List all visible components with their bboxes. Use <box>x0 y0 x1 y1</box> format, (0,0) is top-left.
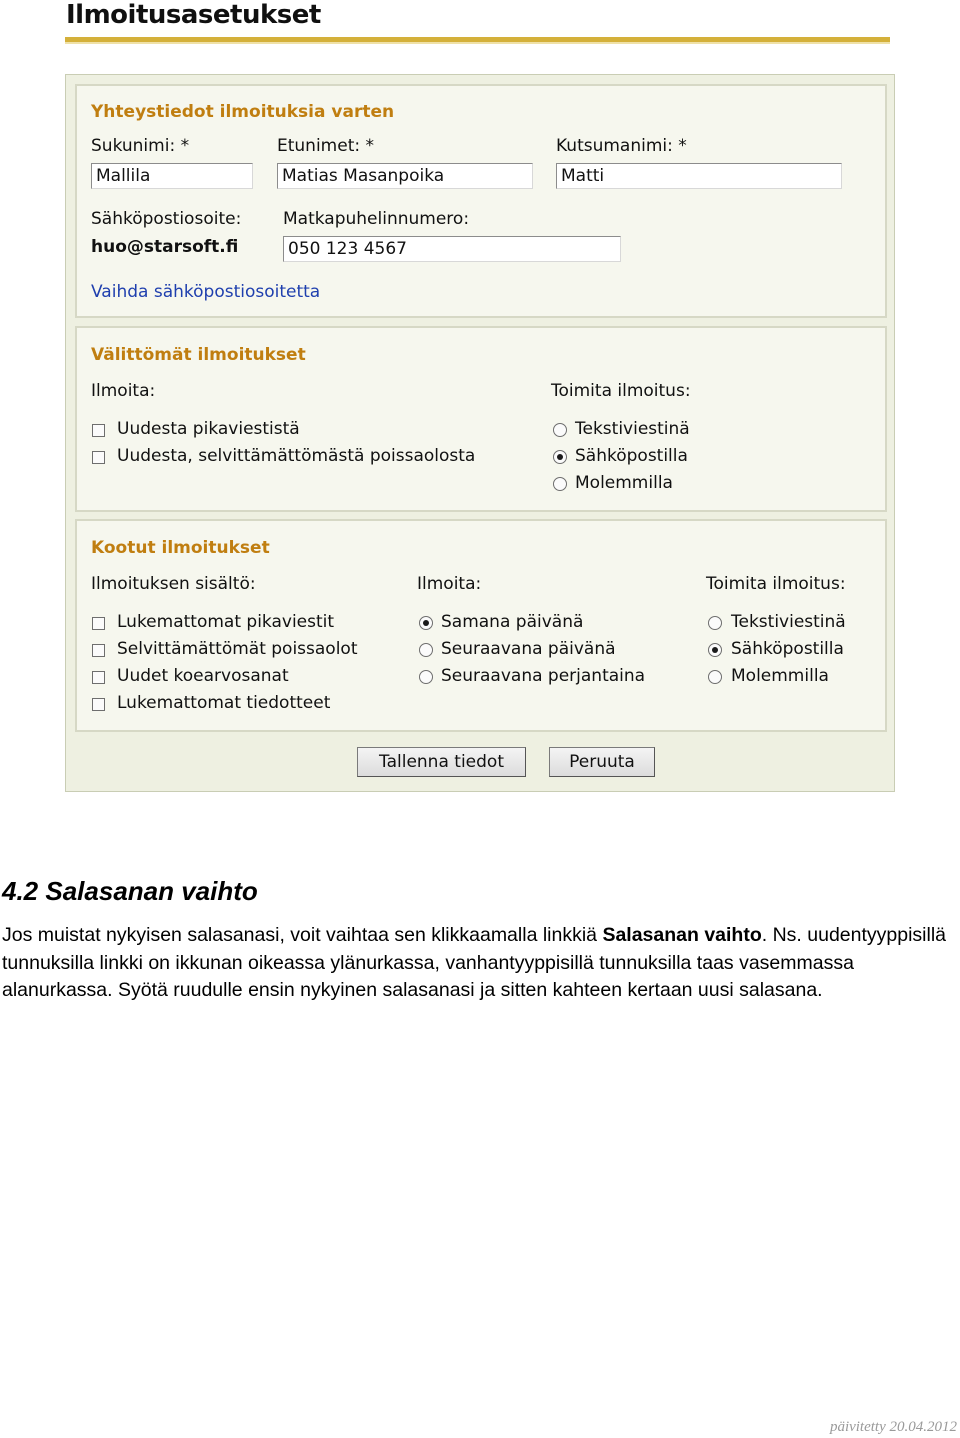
option-label: Lukemattomat tiedotteet <box>117 693 331 713</box>
mobile-label: Matkapuhelinnumero: <box>283 209 470 229</box>
save-button[interactable]: Tallenna tiedot <box>357 747 526 777</box>
radio-button[interactable] <box>553 450 567 464</box>
digest-content-label: Ilmoituksen sisältö: <box>91 574 256 594</box>
digest-panel: Kootut ilmoitukset Ilmoituksen sisältö: … <box>75 519 887 732</box>
surname-input[interactable] <box>91 163 253 189</box>
immediate-notify-label: Ilmoita: <box>91 381 156 401</box>
digest-section-title: Kootut ilmoitukset <box>91 538 270 558</box>
email-value: huo@starsoft.fi <box>91 237 239 257</box>
option-label: Uudet koearvosanat <box>117 666 289 686</box>
para-text-1: Jos muistat nykyisen salasanasi, voit va… <box>2 924 603 946</box>
nickname-input[interactable] <box>556 163 842 189</box>
option-label: Molemmilla <box>575 473 673 493</box>
radio-button[interactable] <box>419 643 433 657</box>
immediate-deliver-label: Toimita ilmoitus: <box>551 381 691 401</box>
checkbox[interactable] <box>92 644 105 657</box>
digest-notify-label: Ilmoita: <box>417 574 482 594</box>
digest-deliver-label: Toimita ilmoitus: <box>706 574 846 594</box>
cancel-button[interactable]: Peruuta <box>549 747 655 777</box>
radio-button[interactable] <box>708 670 722 684</box>
radio-button[interactable] <box>708 643 722 657</box>
checkbox[interactable] <box>92 698 105 711</box>
mobile-input[interactable] <box>283 236 621 262</box>
checkbox[interactable] <box>92 424 105 437</box>
firstnames-label: Etunimet: * <box>277 136 374 156</box>
immediate-panel: Välittömät ilmoitukset Ilmoita: Uudesta … <box>75 326 887 512</box>
radio-button[interactable] <box>553 423 567 437</box>
option-label: Tekstiviestinä <box>731 612 846 632</box>
firstnames-input[interactable] <box>277 163 533 189</box>
email-label: Sähköpostiosoite: <box>91 209 242 229</box>
contact-panel: Yhteystiedot ilmoituksia varten Sukunimi… <box>75 84 887 318</box>
radio-button[interactable] <box>419 616 433 630</box>
option-label: Uudesta pikaviestistä <box>117 419 300 439</box>
section-heading: 4.2 Salasanan vaihto <box>2 876 258 906</box>
nickname-label: Kutsumanimi: * <box>556 136 687 156</box>
option-label: Sähköpostilla <box>731 639 844 659</box>
option-label: Seuraavana päivänä <box>441 639 616 659</box>
option-label: Sähköpostilla <box>575 446 688 466</box>
option-label: Samana päivänä <box>441 612 584 632</box>
surname-label: Sukunimi: * <box>91 136 190 156</box>
page-title: Ilmoitusasetukset <box>66 0 321 30</box>
title-underline-shadow <box>65 42 890 44</box>
radio-button[interactable] <box>553 477 567 491</box>
option-label: Tekstiviestinä <box>575 419 690 439</box>
contact-section-title: Yhteystiedot ilmoituksia varten <box>91 102 395 122</box>
radio-button[interactable] <box>708 616 722 630</box>
body-paragraph: Jos muistat nykyisen salasanasi, voit va… <box>2 922 958 1005</box>
option-label: Uudesta, selvittämättömästä poissaolosta <box>117 446 476 466</box>
option-label: Lukemattomat pikaviestit <box>117 612 335 632</box>
checkbox[interactable] <box>92 671 105 684</box>
checkbox[interactable] <box>92 451 105 464</box>
updated-date: päivitetty 20.04.2012 <box>829 1419 957 1435</box>
password-change-link-name: Salasanan vaihto <box>602 924 762 946</box>
radio-button[interactable] <box>419 670 433 684</box>
option-label: Molemmilla <box>731 666 829 686</box>
option-label: Seuraavana perjantaina <box>441 666 646 686</box>
checkbox[interactable] <box>92 617 105 630</box>
option-label: Selvittämättömät poissaolot <box>117 639 358 659</box>
change-email-link[interactable]: Vaihda sähköpostiosoitetta <box>91 282 320 302</box>
immediate-section-title: Välittömät ilmoitukset <box>91 345 306 365</box>
